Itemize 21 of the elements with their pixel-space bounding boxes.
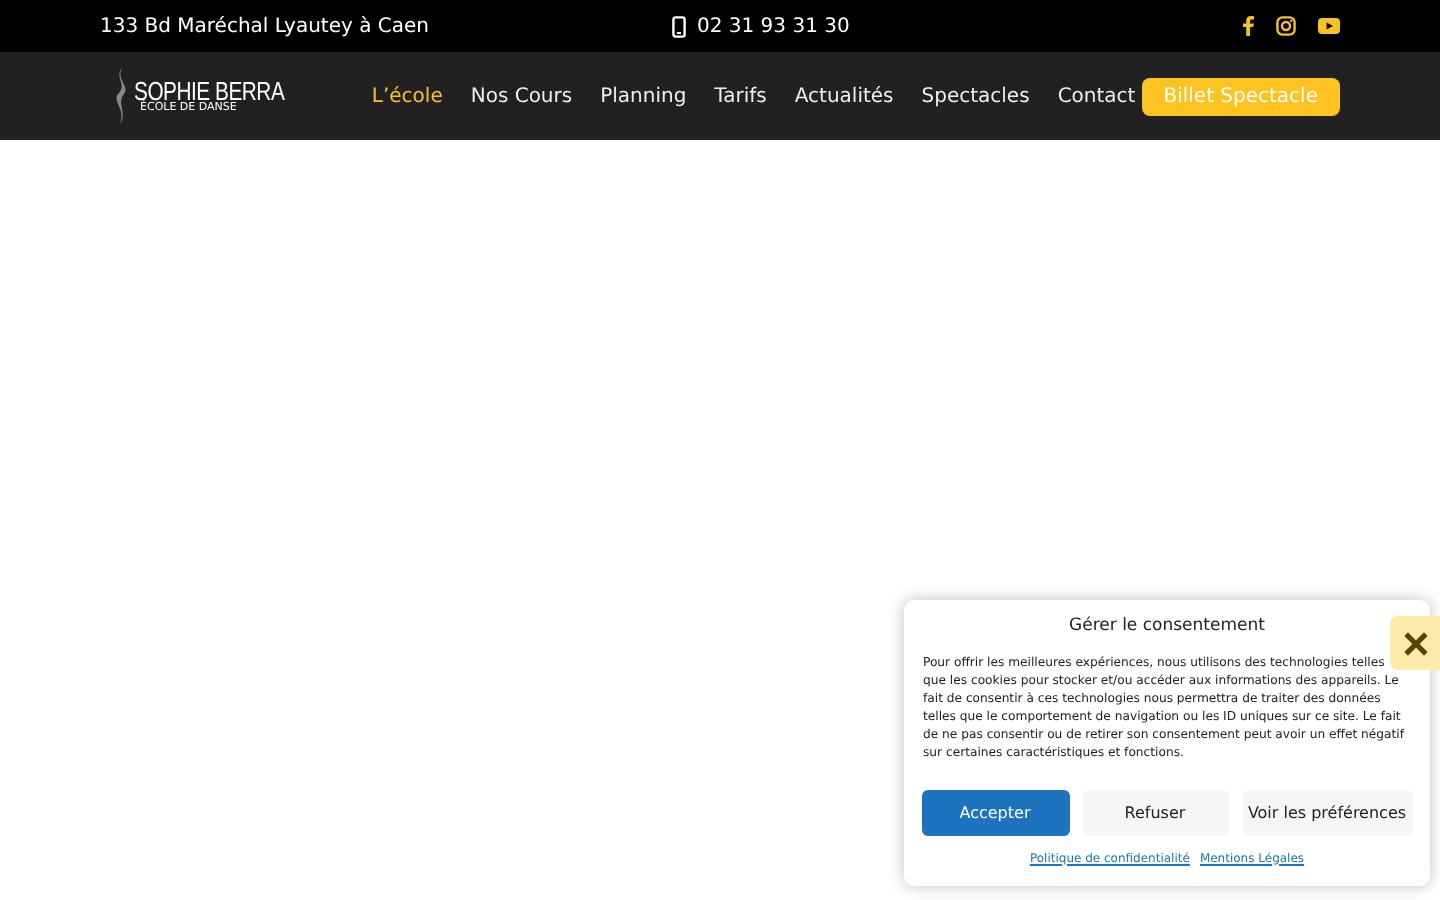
- nav-link[interactable]: L’école: [371, 85, 443, 107]
- youtube-icon[interactable]: [1318, 18, 1340, 34]
- close-button[interactable]: [1390, 616, 1440, 670]
- address-text: 133 Bd Maréchal Lyautey à Caen: [100, 15, 431, 37]
- facebook-icon[interactable]: [1242, 16, 1254, 36]
- dialog-button[interactable]: Refuser: [1081, 789, 1229, 836]
- nav-link[interactable]: Tarifs: [714, 85, 767, 107]
- logo-name: SOPHIE BERRA: [134, 77, 285, 104]
- phone-number[interactable]: 02 31 93 31 30: [697, 15, 850, 37]
- nav-link[interactable]: Contact: [1057, 85, 1136, 107]
- dialog-title: Gérer le consentement: [1069, 616, 1265, 636]
- phone-icon: [671, 15, 685, 37]
- dialog-button[interactable]: Voir les préférences: [1241, 789, 1413, 836]
- dancer-silhouette-icon: [112, 68, 130, 124]
- instagram-icon[interactable]: [1276, 16, 1296, 36]
- nav-link[interactable]: Spectacles: [921, 85, 1030, 107]
- accept-button[interactable]: Accepter: [921, 789, 1069, 836]
- nav-link[interactable]: Nos Cours: [470, 85, 573, 107]
- nav-link[interactable]: Planning: [600, 85, 687, 107]
- nav-link[interactable]: Actualités: [794, 85, 894, 107]
- close-icon: [1403, 631, 1427, 655]
